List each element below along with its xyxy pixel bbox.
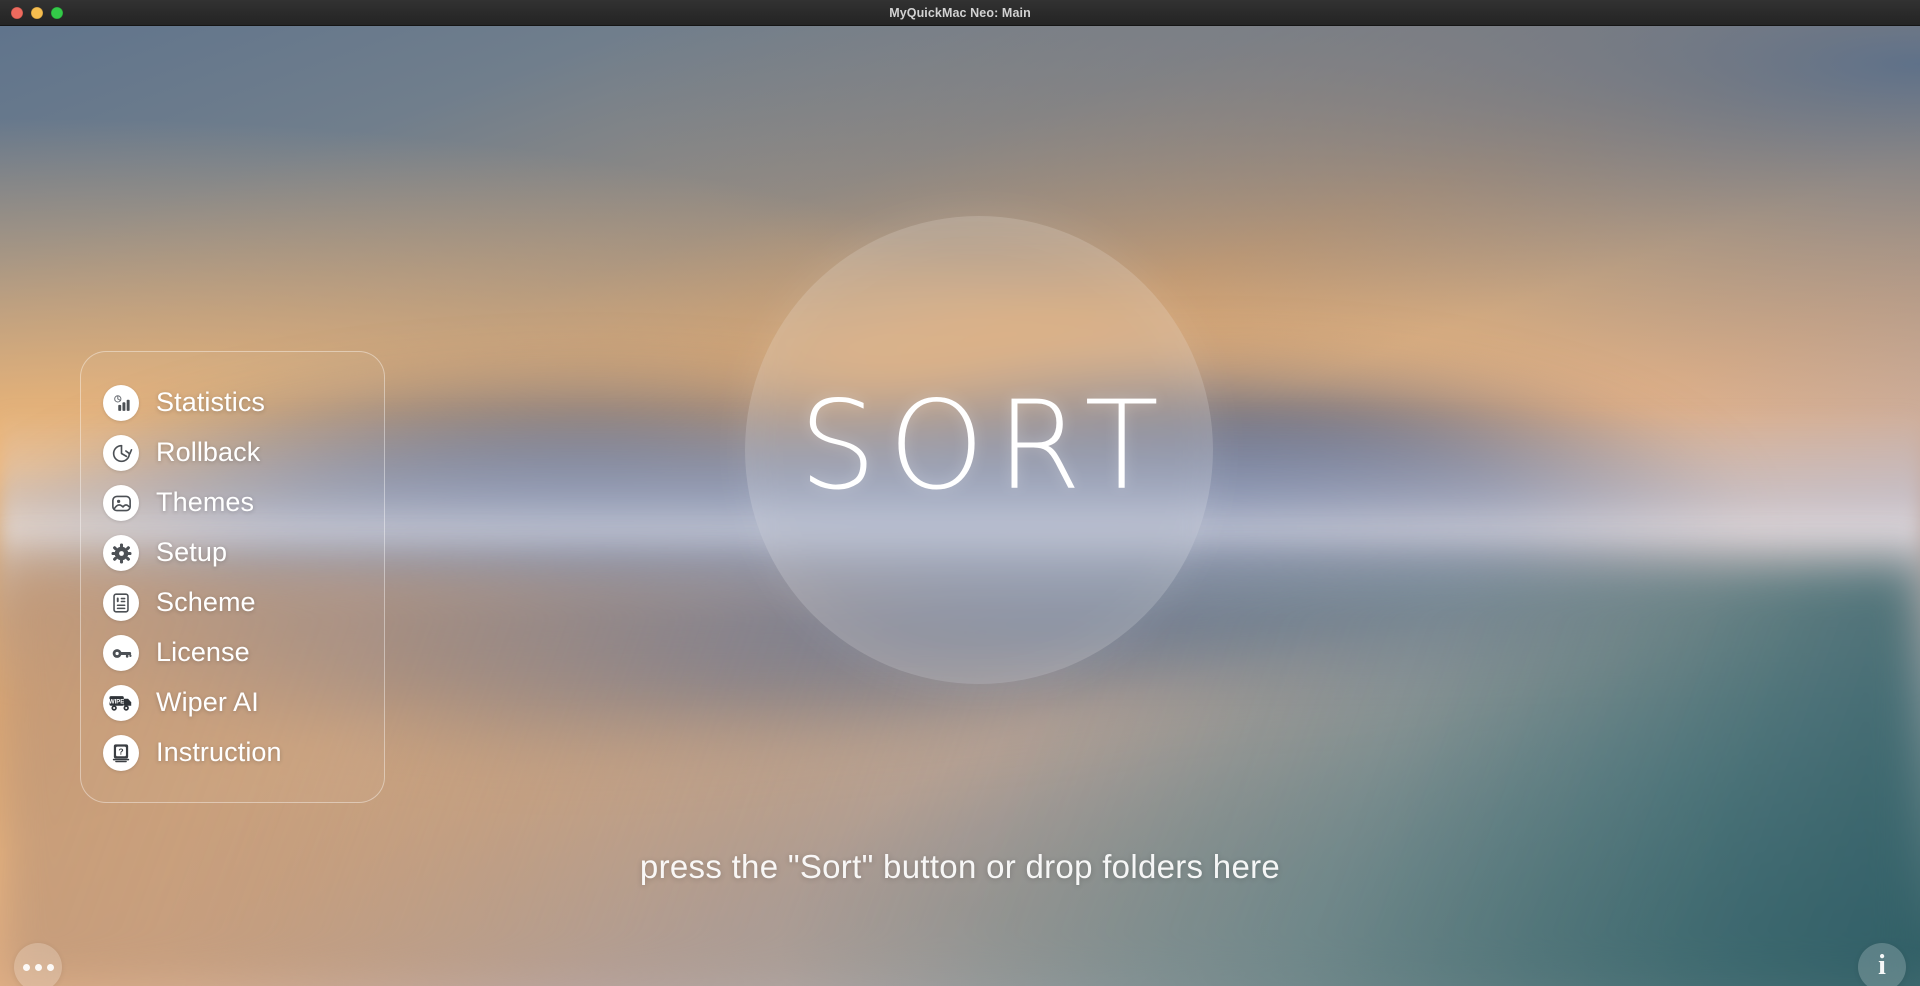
sidebar-item-instruction[interactable]: ? Instruction — [81, 732, 384, 774]
sort-button[interactable]: SORT — [745, 216, 1213, 684]
sidebar-item-rollback[interactable]: Rollback — [81, 432, 384, 474]
window-controls[interactable] — [11, 0, 63, 26]
sidebar-item-wiper-ai[interactable]: WIPE Wiper AI — [81, 682, 384, 724]
sidebar-item-statistics[interactable]: Statistics — [81, 382, 384, 424]
sidebar-item-label: Instruction — [156, 737, 282, 768]
close-button[interactable] — [11, 7, 23, 19]
ellipsis-icon — [23, 964, 54, 971]
document-list-icon — [103, 585, 139, 621]
wipe-truck-icon: WIPE — [103, 685, 139, 721]
sort-button-label: SORT — [787, 385, 1171, 507]
sidebar-item-scheme[interactable]: Scheme — [81, 582, 384, 624]
sidebar-item-label: Setup — [156, 537, 227, 568]
sidebar-item-label: Wiper AI — [156, 687, 259, 718]
sidebar-item-setup[interactable]: Setup — [81, 532, 384, 574]
sidebar-item-label: Themes — [156, 487, 254, 518]
minimize-button[interactable] — [31, 7, 43, 19]
more-options-button[interactable] — [14, 943, 62, 986]
svg-text:?: ? — [118, 746, 123, 756]
sidebar-item-license[interactable]: License — [81, 632, 384, 674]
gear-icon — [103, 535, 139, 571]
sidebar-item-label: License — [156, 637, 250, 668]
bar-chart-icon — [103, 385, 139, 421]
window-titlebar: MyQuickMac Neo: Main — [0, 0, 1920, 26]
info-icon: i — [1878, 952, 1886, 980]
sidebar-panel: Statistics Rollback Themes — [80, 351, 385, 803]
app-canvas: Statistics Rollback Themes — [0, 26, 1920, 986]
maximize-button[interactable] — [51, 7, 63, 19]
image-icon — [103, 485, 139, 521]
window-title: MyQuickMac Neo: Main — [0, 6, 1920, 20]
sidebar-item-label: Statistics — [156, 387, 265, 418]
key-icon — [103, 635, 139, 671]
clock-rewind-icon — [103, 435, 139, 471]
sidebar-item-themes[interactable]: Themes — [81, 482, 384, 524]
sidebar-item-label: Rollback — [156, 437, 260, 468]
drop-zone-hint: press the "Sort" button or drop folders … — [0, 848, 1920, 886]
sidebar-item-label: Scheme — [156, 587, 256, 618]
svg-text:WIPE: WIPE — [109, 699, 124, 705]
book-question-icon: ? — [103, 735, 139, 771]
info-button[interactable]: i — [1858, 943, 1906, 986]
